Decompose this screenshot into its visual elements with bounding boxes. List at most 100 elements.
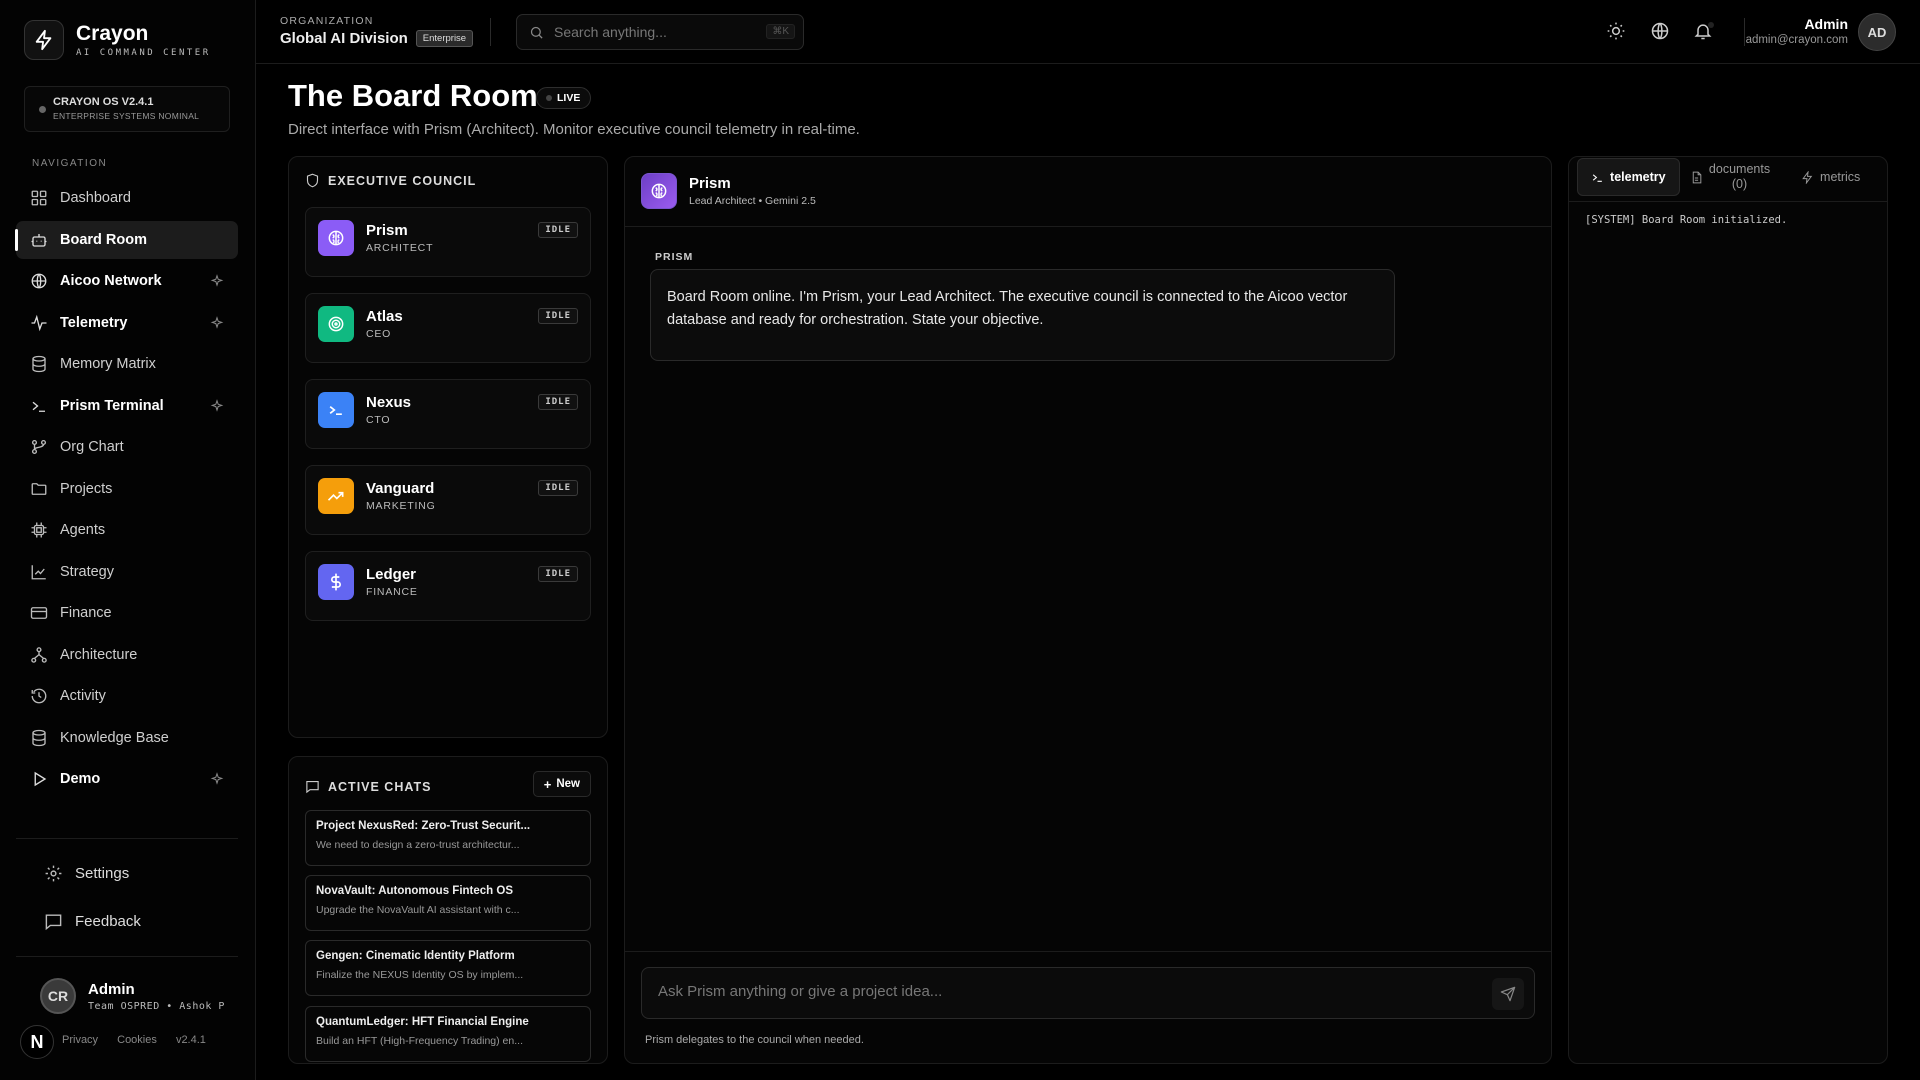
chat-item[interactable]: Gengen: Cinematic Identity Platform Fina… bbox=[305, 940, 591, 996]
nav-item-org-chart[interactable]: Org Chart bbox=[16, 428, 238, 466]
shield-icon bbox=[306, 173, 319, 188]
dashboard-icon bbox=[31, 190, 47, 206]
sparkle-icon bbox=[210, 772, 224, 785]
nav-item-label: Memory Matrix bbox=[60, 356, 156, 372]
search-icon bbox=[530, 26, 543, 39]
conversation-note: Prism delegates to the council when need… bbox=[645, 1034, 864, 1046]
status-badge: IDLE bbox=[538, 566, 578, 582]
chat-title: QuantumLedger: HFT Financial Engine bbox=[316, 1016, 529, 1028]
nav-item-strategy[interactable]: Strategy bbox=[16, 553, 238, 591]
nav-item-demo[interactable]: Demo bbox=[16, 760, 238, 798]
terminal-icon bbox=[32, 401, 45, 412]
chat-item[interactable]: NovaVault: Autonomous Fintech OS Upgrade… bbox=[305, 875, 591, 931]
chat-item[interactable]: Project NexusRed: Zero-Trust Securit... … bbox=[305, 810, 591, 866]
new-chat-button[interactable]: + New bbox=[532, 771, 591, 797]
nav-item-prism-terminal[interactable]: Prism Terminal bbox=[16, 387, 238, 425]
chat-input-box[interactable] bbox=[641, 967, 1535, 1019]
chat-preview: Build an HFT (High-Frequency Trading) en… bbox=[316, 1035, 523, 1047]
brand[interactable]: Crayon AI COMMAND CENTER bbox=[24, 20, 211, 60]
globe-icon[interactable] bbox=[1650, 21, 1670, 41]
agent-avatar bbox=[318, 478, 354, 514]
tab-telemetry[interactable]: telemetry bbox=[1577, 158, 1680, 196]
network-icon bbox=[31, 646, 47, 663]
admin-name: Admin bbox=[1804, 16, 1848, 32]
os-version: CRAYON OS V2.4.1 bbox=[53, 96, 154, 108]
tab-documents[interactable]: documents (0) bbox=[1680, 158, 1781, 196]
footer-links: Privacy Cookies v2.4.1 bbox=[62, 1034, 222, 1046]
agent-card-vanguard[interactable]: Vanguard MARKETING IDLE bbox=[305, 465, 591, 535]
nav-item-activity[interactable]: Activity bbox=[16, 677, 238, 715]
nav-item-label: Telemetry bbox=[60, 314, 128, 331]
target-icon bbox=[328, 316, 344, 332]
agent-card-nexus[interactable]: Nexus CTO IDLE bbox=[305, 379, 591, 449]
dollar-icon bbox=[331, 573, 341, 591]
nav-item-architecture[interactable]: Architecture bbox=[16, 636, 238, 674]
user-profile[interactable]: CR Admin Team OSPRED • Ashok P bbox=[40, 978, 225, 1014]
header-divider bbox=[490, 18, 491, 46]
nav-item-dashboard[interactable]: Dashboard bbox=[16, 179, 238, 217]
search-input[interactable] bbox=[554, 24, 754, 40]
nav-item-aicoo-network[interactable]: Aicoo Network bbox=[16, 262, 238, 300]
council-heading-label: EXECUTIVE COUNCIL bbox=[328, 173, 477, 188]
nav-item-telemetry[interactable]: Telemetry bbox=[16, 304, 238, 342]
sparkle-icon bbox=[210, 398, 224, 412]
chip-icon bbox=[31, 522, 47, 538]
search-box[interactable]: ⌘K bbox=[516, 14, 804, 50]
status-badge: IDLE bbox=[538, 222, 578, 238]
database-icon bbox=[32, 355, 46, 373]
org-switcher[interactable]: Global AI Division Enterprise bbox=[280, 30, 474, 47]
nav-item-agents[interactable]: Agents bbox=[16, 511, 238, 549]
terminal-icon bbox=[329, 406, 342, 415]
council-heading: EXECUTIVE COUNCIL bbox=[305, 173, 476, 188]
agent-name: Vanguard bbox=[366, 480, 435, 497]
chat-item[interactable]: QuantumLedger: HFT Financial Engine Buil… bbox=[305, 1006, 591, 1062]
avatar[interactable]: AD bbox=[1858, 13, 1896, 51]
credit-card-icon bbox=[30, 607, 48, 619]
chats-heading: ACTIVE CHATS bbox=[305, 779, 431, 794]
sidebar: Crayon AI COMMAND CENTER CRAYON OS V2.4.… bbox=[0, 0, 256, 1080]
agent-card-atlas[interactable]: Atlas CEO IDLE bbox=[305, 293, 591, 363]
n-logo[interactable]: N bbox=[20, 1025, 54, 1059]
tab-metrics[interactable]: metrics bbox=[1780, 158, 1881, 196]
nav-item-projects[interactable]: Projects bbox=[16, 470, 238, 508]
nav-item-knowledge-base[interactable]: Knowledge Base bbox=[16, 719, 238, 757]
nav-item-finance[interactable]: Finance bbox=[16, 594, 238, 632]
chat-preview: Upgrade the NovaVault AI assistant with … bbox=[316, 904, 520, 916]
org-name: Global AI Division bbox=[280, 30, 408, 47]
feedback-link[interactable]: Feedback bbox=[44, 912, 141, 931]
nav-item-label: Strategy bbox=[60, 563, 114, 580]
agent-card-prism[interactable]: Prism ARCHITECT IDLE bbox=[305, 207, 591, 277]
top-header: ORGANIZATION Global AI Division Enterpri… bbox=[256, 0, 1920, 64]
sidebar-divider bbox=[16, 956, 238, 957]
new-chat-label: New bbox=[556, 778, 580, 790]
folder-icon bbox=[31, 482, 47, 495]
privacy-link[interactable]: Privacy bbox=[62, 1034, 98, 1046]
tab-label: telemetry bbox=[1610, 170, 1666, 184]
chat-input[interactable] bbox=[658, 983, 1458, 1000]
nav-item-board-room[interactable]: Board Room bbox=[15, 220, 238, 259]
cookies-link[interactable]: Cookies bbox=[117, 1034, 157, 1046]
status-badge: IDLE bbox=[538, 480, 578, 496]
send-button[interactable] bbox=[1492, 978, 1524, 1010]
agent-avatar bbox=[318, 564, 354, 600]
chat-title: Project NexusRed: Zero-Trust Securit... bbox=[316, 820, 531, 832]
agent-avatar bbox=[641, 173, 677, 209]
agent-role: CEO bbox=[366, 328, 392, 340]
nav-item-label: Dashboard bbox=[60, 190, 131, 206]
gear-icon bbox=[45, 865, 62, 882]
org-label: ORGANIZATION bbox=[280, 15, 374, 27]
admin-email: admin@crayon.com bbox=[1745, 34, 1848, 46]
settings-link[interactable]: Settings bbox=[44, 864, 129, 883]
avatar: CR bbox=[40, 978, 76, 1014]
sun-icon[interactable] bbox=[1606, 21, 1626, 41]
sidebar-divider bbox=[16, 838, 238, 839]
nav-item-memory-matrix[interactable]: Memory Matrix bbox=[16, 345, 238, 383]
nav-item-label: Projects bbox=[60, 480, 113, 497]
agent-avatar bbox=[318, 306, 354, 342]
page-title: The Board Room bbox=[288, 78, 538, 113]
terminal-icon bbox=[1592, 173, 1602, 182]
agent-role: CTO bbox=[366, 414, 391, 426]
status-dot bbox=[39, 106, 46, 113]
agent-role: FINANCE bbox=[366, 586, 418, 598]
agent-card-ledger[interactable]: Ledger FINANCE IDLE bbox=[305, 551, 591, 621]
